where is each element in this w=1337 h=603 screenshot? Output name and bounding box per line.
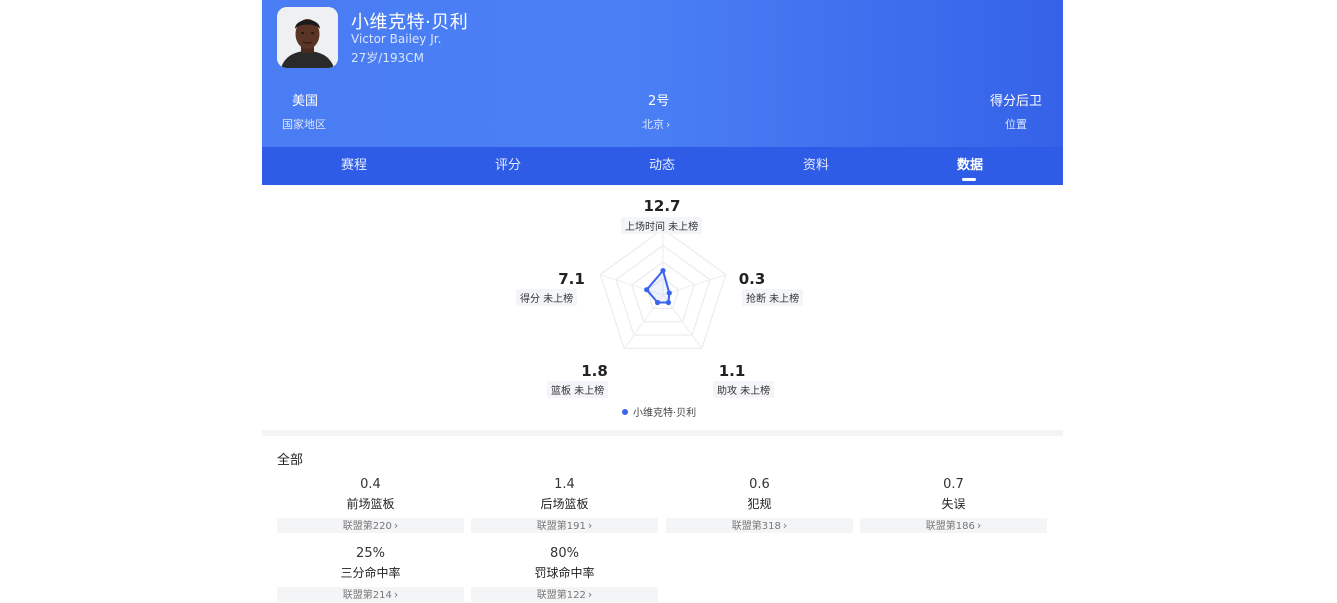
chevron-right-icon: › [587, 588, 593, 601]
chevron-right-icon: › [782, 519, 788, 532]
stat-rank-text: 联盟第318 [731, 521, 781, 532]
stat-offensive-rebounds: 0.4 前场篮板 联盟第220 › [277, 477, 464, 533]
chevron-right-icon: › [393, 588, 399, 601]
stat-rank-text: 联盟第191 [536, 521, 586, 532]
jersey-number: 2号 [648, 94, 670, 109]
team-name: 北京 [642, 118, 664, 131]
radar-value-points: 7.1 [558, 270, 585, 288]
stat-three-point-pct: 25% 三分命中率 联盟第214 › [277, 546, 464, 602]
player-name-en: Victor Bailey Jr. [351, 32, 442, 46]
stat-rank-link[interactable]: 联盟第220 › [277, 518, 464, 533]
stat-rank-text: 联盟第186 [925, 521, 975, 532]
stat-name: 前场篮板 [346, 497, 395, 511]
stat-rank-link[interactable]: 联盟第186 › [860, 518, 1047, 533]
stat-rank-link[interactable]: 联盟第318 › [666, 518, 853, 533]
stat-value: 25% [356, 546, 385, 561]
active-tab-indicator [962, 178, 976, 181]
stat-value: 0.7 [943, 477, 964, 492]
chevron-right-icon: › [976, 519, 982, 532]
stat-name: 犯规 [747, 497, 772, 511]
stat-value: 0.6 [749, 477, 770, 492]
radar-label-minutes: 上场时间 未上榜 [621, 217, 703, 234]
stat-name: 后场篮板 [540, 497, 589, 511]
stat-free-throw-pct: 80% 罚球命中率 联盟第122 › [471, 546, 658, 602]
radar-label-steals: 抢断 未上榜 [742, 289, 804, 306]
tab-bar: 赛程 评分 动态 资料 数据 [262, 147, 1063, 185]
stat-turnovers: 0.7 失误 联盟第186 › [860, 477, 1047, 533]
radar-value-assists: 1.1 [718, 362, 746, 380]
country-value: 美国 [292, 94, 319, 109]
radar-point [644, 287, 650, 293]
radar-label-rebounds: 篮板 未上榜 [547, 381, 609, 398]
radar-point [660, 267, 666, 274]
stat-name: 失误 [941, 497, 966, 511]
stat-rank-text: 联盟第220 [342, 521, 392, 532]
player-page: 小维克特·贝利 Victor Bailey Jr. 27岁/193CM 美国 国… [262, 0, 1063, 602]
radar-point [666, 290, 672, 296]
tab-profile[interactable]: 资料 [786, 147, 846, 185]
stat-rank-link[interactable]: 联盟第191 › [471, 518, 658, 533]
radar-value-steals: 0.3 [738, 270, 766, 288]
stat-value: 1.4 [554, 477, 575, 492]
team-link[interactable]: 北京 › [642, 116, 670, 132]
radar-chart: 12.7 上场时间 未上榜 0.3 抢断 未上榜 1.1 助攻 未上榜 1.8 … [262, 185, 1063, 430]
radar-legend: 小维克特·贝利 [622, 404, 696, 419]
stat-rank-link[interactable]: 联盟第122 › [471, 587, 658, 602]
section-title: 全部 [277, 453, 304, 468]
legend-dot-icon [622, 409, 628, 415]
tab-news[interactable]: 动态 [632, 147, 692, 185]
chevron-right-icon: › [393, 519, 399, 532]
player-avatar [277, 7, 338, 68]
radar-label-points: 得分 未上榜 [516, 289, 578, 306]
country-label: 国家地区 [282, 118, 326, 131]
stat-fouls: 0.6 犯规 联盟第318 › [666, 477, 853, 533]
stat-value: 0.4 [360, 477, 381, 492]
stat-rank-text: 联盟第214 [342, 590, 392, 601]
radar-point [665, 299, 672, 306]
radar-value-minutes: 12.7 [643, 197, 681, 215]
radar-label-assists: 助攻 未上榜 [713, 381, 775, 398]
chevron-right-icon: › [587, 519, 593, 532]
stat-value: 80% [550, 546, 579, 561]
radar-point [654, 299, 661, 306]
stat-name: 三分命中率 [340, 566, 401, 580]
position-value: 得分后卫 [990, 94, 1043, 109]
tab-schedule[interactable]: 赛程 [324, 147, 384, 185]
stat-name: 罚球命中率 [534, 566, 595, 580]
section-divider [262, 430, 1063, 436]
player-name-cn: 小维克特·贝利 [351, 12, 469, 33]
stat-defensive-rebounds: 1.4 后场篮板 联盟第191 › [471, 477, 658, 533]
stat-rank-text: 联盟第122 [536, 590, 586, 601]
player-age-height: 27岁/193CM [351, 51, 424, 65]
position-label: 位置 [1005, 118, 1027, 131]
stat-rank-link[interactable]: 联盟第214 › [277, 587, 464, 602]
player-header: 小维克特·贝利 Victor Bailey Jr. 27岁/193CM 美国 国… [262, 0, 1063, 147]
radar-value-rebounds: 1.8 [581, 362, 608, 380]
chevron-right-icon: › [666, 118, 671, 131]
legend-label: 小维克特·贝利 [633, 408, 697, 419]
tab-rating[interactable]: 评分 [478, 147, 538, 185]
